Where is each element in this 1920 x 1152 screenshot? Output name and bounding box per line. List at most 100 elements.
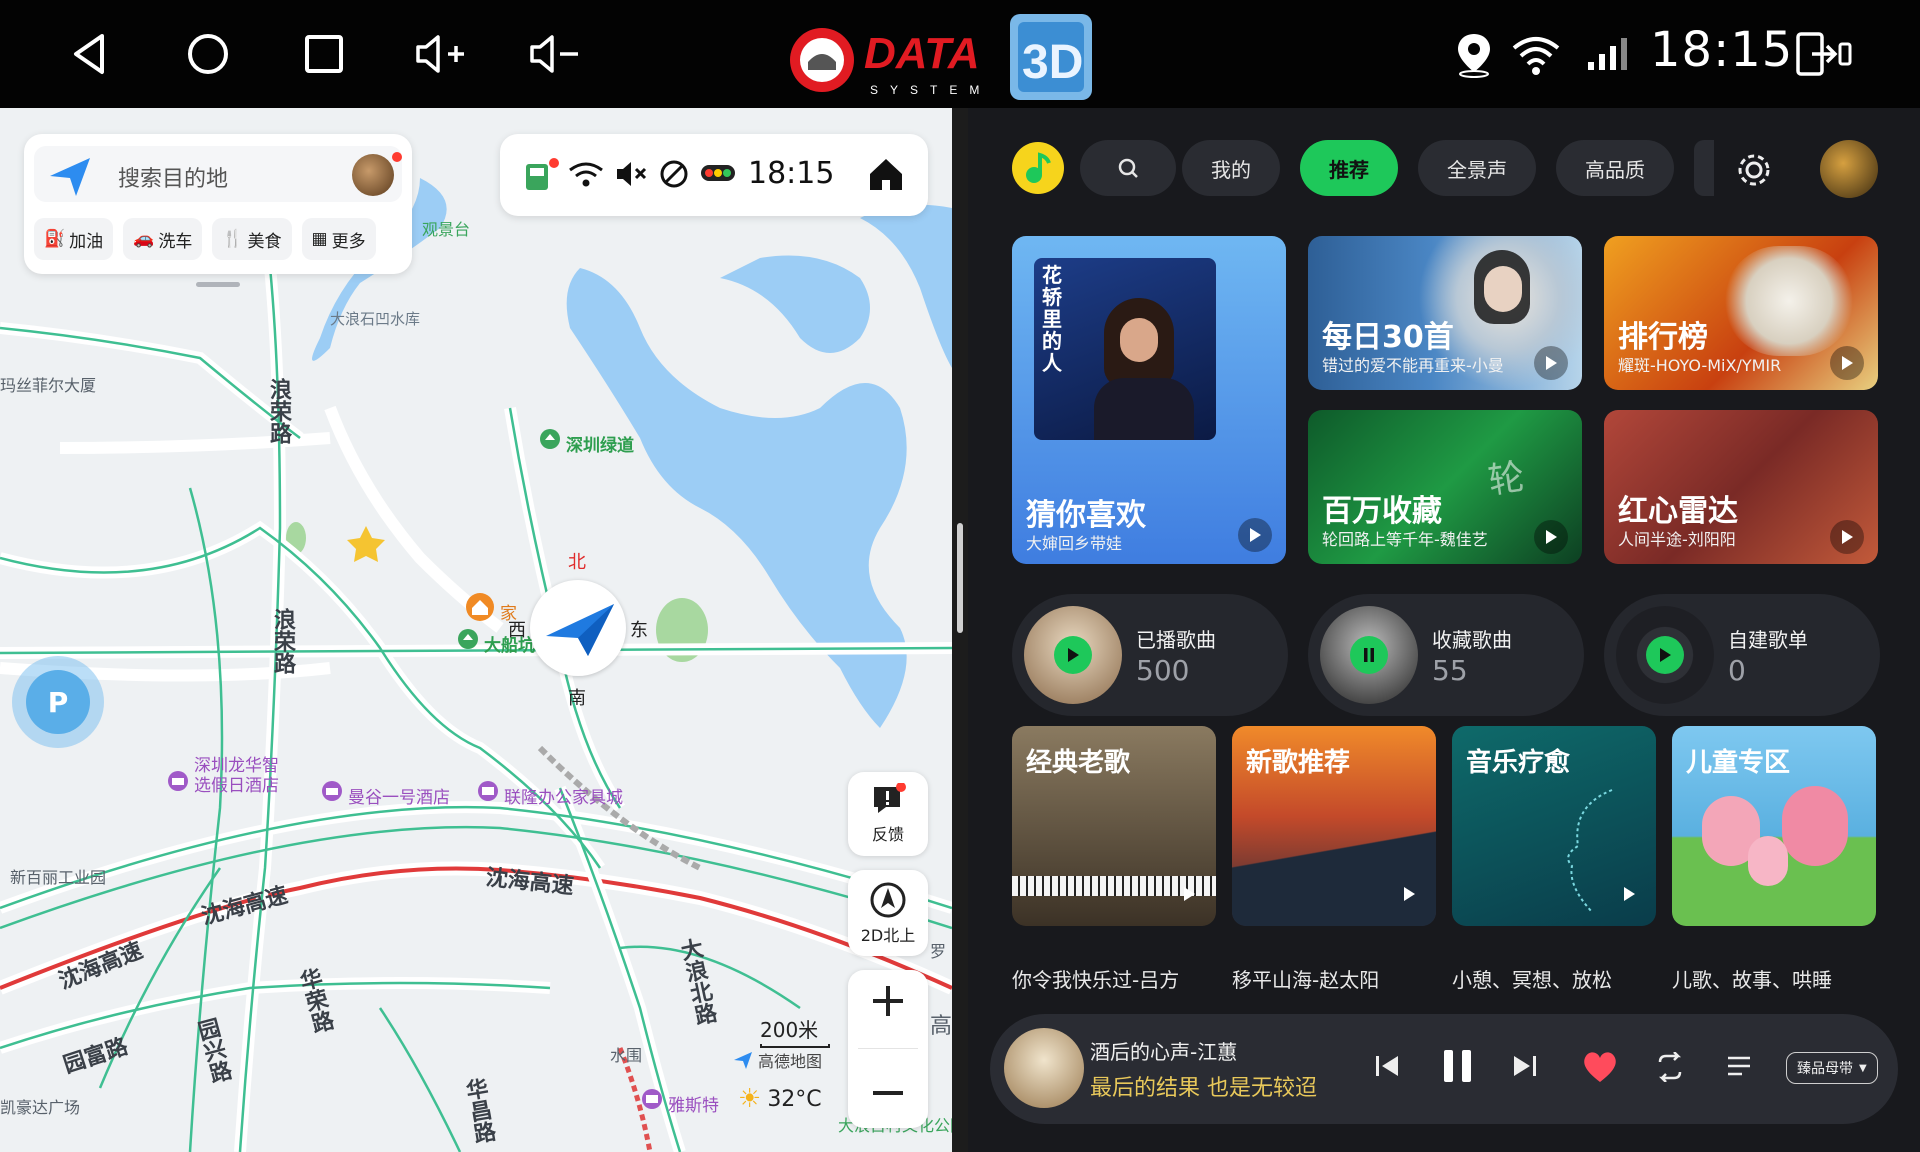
favorites-count: 55 — [1432, 654, 1468, 687]
compass-west: 西 — [508, 620, 526, 641]
split-divider[interactable] — [952, 108, 968, 1152]
cat-healing[interactable]: 音乐疗愈 — [1452, 726, 1656, 926]
pill-favorites[interactable]: 收藏歌曲 55 — [1308, 594, 1584, 716]
chip-fuel-label: 加油 — [69, 231, 104, 252]
poi-longhua-hotel-line1: 深圳龙华智 — [194, 756, 279, 776]
volume-up-icon[interactable] — [408, 22, 472, 86]
favorites-pause-icon[interactable] — [1350, 636, 1388, 674]
zoom-out-button[interactable] — [869, 1074, 907, 1116]
cat-new-play-icon[interactable] — [1402, 886, 1416, 906]
wifi-icon — [1510, 32, 1562, 80]
tile-guess-you-like[interactable]: 花轿里的人 猜你喜欢 大婶回乡带娃 — [1012, 236, 1286, 564]
map-brand-label: 高德地图 — [758, 1052, 823, 1071]
feedback-icon — [874, 783, 906, 813]
user-avatar[interactable] — [352, 154, 394, 196]
music-note-icon — [1026, 152, 1051, 183]
tile-charts[interactable]: 排行榜 耀斑-HOYO-MiX/YMIR — [1604, 236, 1878, 390]
drag-handle[interactable] — [196, 282, 240, 287]
next-button[interactable] — [1512, 1052, 1538, 1084]
home-icon[interactable] — [176, 22, 240, 86]
back-icon[interactable] — [58, 22, 122, 86]
like-button[interactable] — [1580, 1048, 1620, 1088]
poi-mangu[interactable]: 曼谷一号酒店 — [320, 780, 450, 811]
chip-food[interactable]: 🍴 美食 — [212, 218, 292, 260]
pill-played[interactable]: 已播歌曲 500 — [1012, 594, 1288, 716]
million-play-icon[interactable] — [1534, 520, 1568, 554]
playlist-button[interactable] — [1726, 1054, 1754, 1084]
home-nav-button[interactable] — [866, 154, 906, 198]
music-user-avatar[interactable] — [1820, 140, 1878, 198]
pause-button[interactable] — [1442, 1046, 1474, 1090]
played-play-icon[interactable] — [1054, 636, 1092, 674]
settings-button[interactable] — [1734, 150, 1774, 194]
parking-icon: P — [26, 670, 90, 734]
chip-more[interactable]: ▦ 更多 — [301, 218, 376, 260]
tile-million-fav[interactable]: 轮 百万收藏 轮回路上等千年-魏佳艺 — [1308, 410, 1582, 564]
quality-selector[interactable]: 臻品母带 ▼ — [1786, 1052, 1878, 1084]
playlists-count: 0 — [1728, 654, 1746, 687]
played-label: 已播歌曲 — [1136, 628, 1216, 652]
tab-hq[interactable]: 高品质 — [1556, 140, 1674, 196]
cat-kids[interactable]: 儿童专区 — [1672, 726, 1876, 926]
poi-lianlong[interactable]: 联隆办公家具城 — [476, 780, 623, 811]
compass: 北 南 东 西 — [498, 548, 658, 709]
now-playing-cover[interactable] — [1004, 1028, 1084, 1108]
map-status-time: 18:15 — [748, 156, 835, 191]
search-button[interactable] — [1080, 140, 1176, 196]
million-title: 百万收藏 — [1322, 494, 1442, 529]
tab-spatial[interactable]: 全景声 — [1418, 140, 1536, 196]
tab-mine[interactable]: 我的 — [1182, 140, 1280, 196]
recents-icon[interactable] — [292, 22, 356, 86]
poi-greenway[interactable]: 深圳绿道 — [538, 428, 634, 459]
car-icon: 🚗 — [133, 229, 155, 249]
cat-kids-sub: 儿歌、故事、哄睡 — [1672, 968, 1832, 992]
previous-button[interactable] — [1374, 1052, 1400, 1084]
cat-kids-title: 儿童专区 — [1686, 748, 1791, 778]
chip-carwash-label: 洗车 — [158, 231, 193, 252]
chip-carwash[interactable]: 🚗 洗车 — [123, 218, 203, 260]
radar-play-icon[interactable] — [1830, 520, 1864, 554]
repeat-button[interactable] — [1654, 1051, 1686, 1086]
map-view[interactable]: 大浪石凹水库 观景台 玛丝菲尔大厦 新百丽工业园 凯豪达广场 水围 大浪古村文化… — [0, 108, 952, 1152]
place-shuiwei: 水围 — [610, 1046, 643, 1065]
featured-play-icon[interactable] — [1238, 518, 1272, 552]
pill-playlists[interactable]: 自建歌单 0 — [1604, 594, 1880, 716]
tile-heart-radar[interactable]: 红心雷达 人间半途-刘阳阳 — [1604, 410, 1878, 564]
search-field[interactable]: 搜索目的地 — [34, 146, 402, 202]
now-playing-lyric: 最后的结果 也是无较迢 — [1090, 1076, 1317, 1101]
grid-icon: ▦ — [311, 229, 328, 249]
tile-daily-30[interactable]: 每日30首 错过的爱不能再重来-小曼 — [1308, 236, 1582, 390]
volume-down-icon[interactable] — [522, 22, 586, 86]
tab-recommend[interactable]: 推荐 — [1300, 140, 1398, 196]
signal-icon — [1586, 34, 1634, 76]
qq-music-logo[interactable] — [1012, 142, 1064, 194]
parking-bubble[interactable]: P — [12, 656, 104, 748]
tab-overflow[interactable] — [1694, 140, 1714, 196]
cat-classic-play-icon[interactable] — [1182, 886, 1196, 906]
cat-classic[interactable]: 经典老歌 — [1012, 726, 1216, 926]
featured-art-text: 花轿里的人 — [1042, 263, 1062, 375]
zoom-in-button[interactable] — [869, 982, 907, 1024]
playlists-play-icon[interactable] — [1646, 636, 1684, 674]
now-playing-title: 酒后的心声-江蕙 — [1090, 1040, 1238, 1064]
north-up-button[interactable]: 2D北上 — [848, 870, 928, 956]
system-status-bar: DATA SYSTEM 3D 18:15 — [0, 0, 1920, 108]
map-status-card: 18:15 — [500, 134, 928, 216]
cat-new[interactable]: 新歌推荐 — [1232, 726, 1436, 926]
poi-yasite[interactable]: 雅斯特 — [640, 1088, 719, 1119]
chevron-down-icon: ▼ — [1859, 1062, 1867, 1074]
poi-longhua-hotel[interactable]: 深圳龙华智 选假日酒店 — [166, 756, 279, 801]
featured-title: 猜你喜欢 — [1026, 498, 1146, 533]
cat-healing-play-icon[interactable] — [1622, 886, 1636, 906]
navigate-arrow-icon — [50, 158, 90, 196]
chip-fuel[interactable]: ⛽ 加油 — [34, 218, 114, 260]
exit-split-icon[interactable] — [1794, 30, 1854, 82]
gear-icon — [1738, 154, 1770, 186]
queue-icon — [1728, 1056, 1750, 1076]
feedback-button[interactable]: 反馈 — [848, 772, 928, 856]
compass-north: 北 — [568, 552, 586, 573]
status-time: 18:15 — [1650, 22, 1794, 78]
charts-play-icon[interactable] — [1830, 346, 1864, 380]
split-handle[interactable] — [957, 523, 963, 633]
daily-play-icon[interactable] — [1534, 346, 1568, 380]
